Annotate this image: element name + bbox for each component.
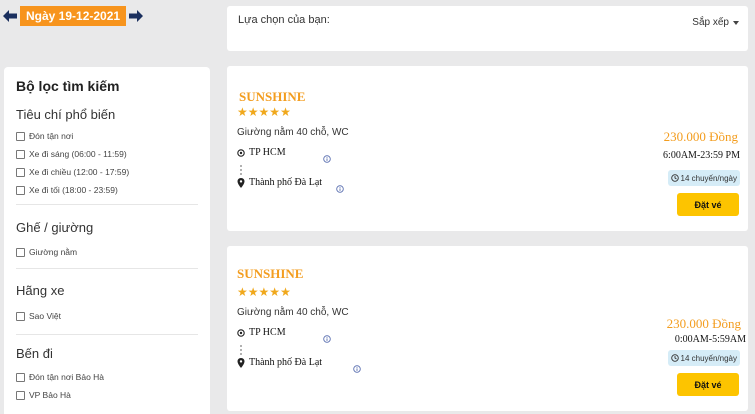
checkbox[interactable] <box>16 131 25 141</box>
checkbox[interactable] <box>16 311 25 321</box>
checkbox[interactable] <box>16 149 25 159</box>
bus-type: Giường nằm 40 chỗ, WC <box>237 307 349 318</box>
filter-option-afternoon[interactable]: Xe đi chiều (12:00 - 17:59) <box>16 163 198 181</box>
price: 230.000 Đồng <box>663 129 738 144</box>
destination: Thành phố Đà Lạt <box>237 357 322 368</box>
rating-stars: ★ ★ ★ ★ ★ <box>237 106 291 118</box>
arrow-right-icon[interactable] <box>128 8 144 24</box>
clock-icon <box>670 174 679 182</box>
route-dots <box>240 165 242 177</box>
info-icon[interactable] <box>323 330 331 348</box>
trip-card: SUNSHINE ★ ★ ★ ★ ★ Giường nằm 40 chỗ, WC TP … <box>227 246 748 411</box>
book-ticket-button[interactable]: Đặt vé <box>677 193 739 216</box>
info-icon[interactable] <box>353 360 361 378</box>
star-icon: ★ <box>258 105 270 119</box>
date-navigation: Ngày 19-12-2021 <box>2 6 144 26</box>
checkbox[interactable] <box>16 247 25 257</box>
filter-section-heading: Hãng xe <box>16 283 65 298</box>
checkbox[interactable] <box>16 372 25 382</box>
star-icon: ★ <box>280 285 291 299</box>
destination-name: Thành phố Đà Lạt <box>249 177 323 188</box>
filter-option-pickup[interactable]: Đón tận nơi <box>16 127 198 145</box>
origin: TP HCM <box>237 327 286 338</box>
operator-name: SUNSHINE <box>237 266 304 281</box>
filter-sidebar: Bộ lọc tìm kiếm Tiêu chí phổ biến Đón tậ… <box>4 67 210 414</box>
trip-card: SUNSHINE ★ ★ ★ ★ ★ Giường nằm 40 chỗ, WC TP … <box>227 66 748 231</box>
trips-per-day-badge: 14 chuyến/ngày <box>667 170 740 186</box>
checkbox[interactable] <box>16 185 25 195</box>
origin: TP HCM <box>237 147 286 158</box>
filter-option-pickup-bao-ha[interactable]: Đón tận nơi Bảo Hà <box>16 368 198 386</box>
star-icon: ★ <box>269 285 281 299</box>
location-pin-icon <box>237 177 245 188</box>
filter-section-heading: Bến đi <box>16 346 53 361</box>
checkbox[interactable] <box>16 390 25 400</box>
filter-option-sleeper[interactable]: Giường nằm <box>16 243 198 261</box>
filter-title: Bộ lọc tìm kiếm <box>16 78 120 94</box>
checkbox[interactable] <box>16 167 25 177</box>
info-icon[interactable] <box>323 150 331 168</box>
filter-option-sao-viet[interactable]: Sao Việt <box>16 307 198 325</box>
origin-name: TP HCM <box>249 147 286 158</box>
caret-down-icon <box>733 20 739 25</box>
origin-name: TP HCM <box>249 327 286 338</box>
star-icon: ★ <box>247 285 259 299</box>
destination-name: Thành phố Đà Lạt <box>249 357 323 368</box>
destination: Thành phố Đà Lạt <box>237 177 322 188</box>
star-icon: ★ <box>247 105 259 119</box>
selection-label: Lựa chọn của bạn: <box>238 14 330 26</box>
rating-stars: ★ ★ ★ ★ ★ <box>237 286 291 298</box>
star-icon: ★ <box>258 285 270 299</box>
departure-time: 0:00AM-5:59AM <box>674 334 746 345</box>
selection-bar: Lựa chọn của bạn: Sắp xếp <box>227 6 748 51</box>
filter-section-departure: Bến đi Đón tận nơi Bảo Hà VP Bảo Hà <box>16 334 198 404</box>
route-dots <box>240 345 242 357</box>
arrow-left-icon[interactable] <box>2 8 18 24</box>
filter-section-seat: Ghế / giường Giường nằm <box>16 204 198 268</box>
filter-section-heading: Tiêu chí phổ biến <box>16 107 116 122</box>
info-icon[interactable] <box>336 180 344 198</box>
departure-time: 6:00AM-23:59 PM <box>663 150 740 161</box>
book-ticket-button[interactable]: Đặt vé <box>677 373 739 396</box>
filter-section-popular: Tiêu chí phổ biến Đón tận nơi Xe đi sáng… <box>16 96 198 204</box>
origin-icon <box>237 328 245 337</box>
filter-option-morning[interactable]: Xe đi sáng (06:00 - 11:59) <box>16 145 198 163</box>
filter-option-evening[interactable]: Xe đi tối (18:00 - 23:59) <box>16 181 198 199</box>
star-icon: ★ <box>280 105 291 119</box>
filter-section-heading: Ghế / giường <box>16 220 94 235</box>
selected-date[interactable]: Ngày 19-12-2021 <box>20 6 127 26</box>
sort-label: Sắp xếp <box>692 17 729 28</box>
sort-dropdown[interactable]: Sắp xếp <box>692 17 739 28</box>
filter-option-vp-bao-ha[interactable]: VP Bảo Hà <box>16 386 198 404</box>
star-icon: ★ <box>269 105 281 119</box>
bus-type: Giường nằm 40 chỗ, WC <box>237 127 349 138</box>
clock-icon <box>670 354 679 362</box>
origin-icon <box>237 148 245 157</box>
star-icon: ★ <box>237 285 248 299</box>
trips-per-day-badge: 14 chuyến/ngày <box>667 350 740 366</box>
filter-section-operator: Hãng xe Sao Việt <box>16 268 198 334</box>
star-icon: ★ <box>237 105 248 119</box>
operator-name: SUNSHINE <box>239 89 306 104</box>
location-pin-icon <box>237 357 245 368</box>
price: 230.000 Đồng <box>666 316 741 331</box>
